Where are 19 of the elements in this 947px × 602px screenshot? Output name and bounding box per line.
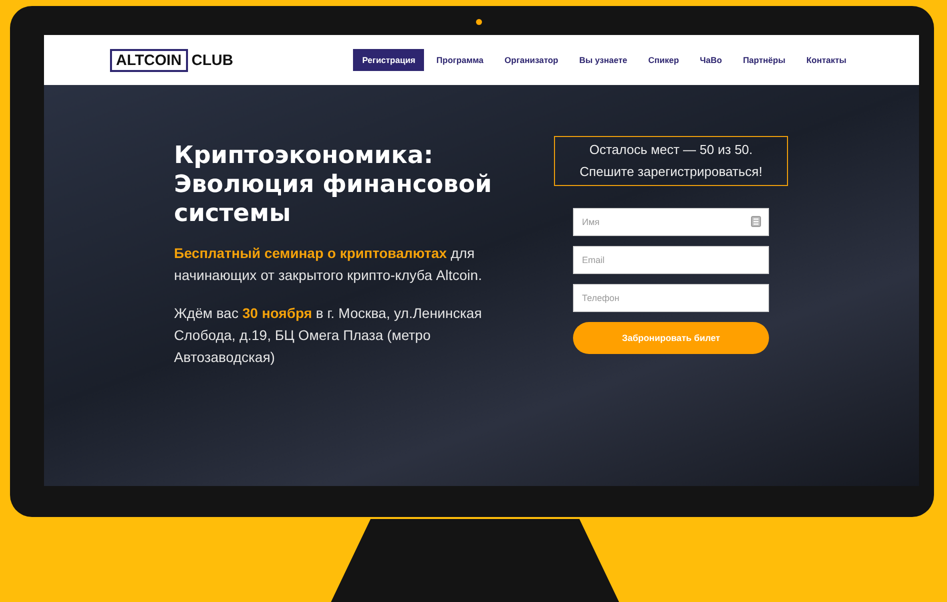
logo-text[interactable]: CLUB [192, 52, 234, 68]
nav-link[interactable]: ЧаВо [690, 49, 731, 71]
nav-link[interactable]: Контакты [797, 49, 856, 71]
phone-field[interactable]: Телефон [573, 284, 769, 312]
name-field[interactable]: Имя [573, 208, 769, 236]
nav-link[interactable]: Организатор [496, 49, 568, 71]
nav-link[interactable]: Вы узнаете [570, 49, 636, 71]
logo-boxed-text[interactable]: ALTCOIN [110, 48, 188, 72]
nav-link[interactable]: Спикер [639, 49, 688, 71]
nav-link[interactable]: Партнёры [734, 49, 794, 71]
email-field[interactable]: Email [573, 246, 769, 274]
nav-link[interactable]: Программа [427, 49, 493, 71]
event-details-text: Ждём вас 30 ноября в г. Москва, ул.Ленинская Слобода, д.19, БЦ Омега Плаза (метро Автозаводская) [174, 304, 483, 367]
hero-title: Криптоэкономика: Эволюция финансовой системы [174, 141, 493, 228]
contact-card-icon [751, 216, 761, 227]
nav-link[interactable]: Регистрация [353, 49, 424, 71]
camera-dot [476, 19, 482, 25]
seats-notice: Осталось мест — 50 из 50. Спешите зарегистрироваться! [554, 136, 788, 186]
hero-lead-text: Бесплатный семинар о криптовалютах для начинающих от закрытого крипто-клуба Altcoin. [174, 244, 483, 285]
